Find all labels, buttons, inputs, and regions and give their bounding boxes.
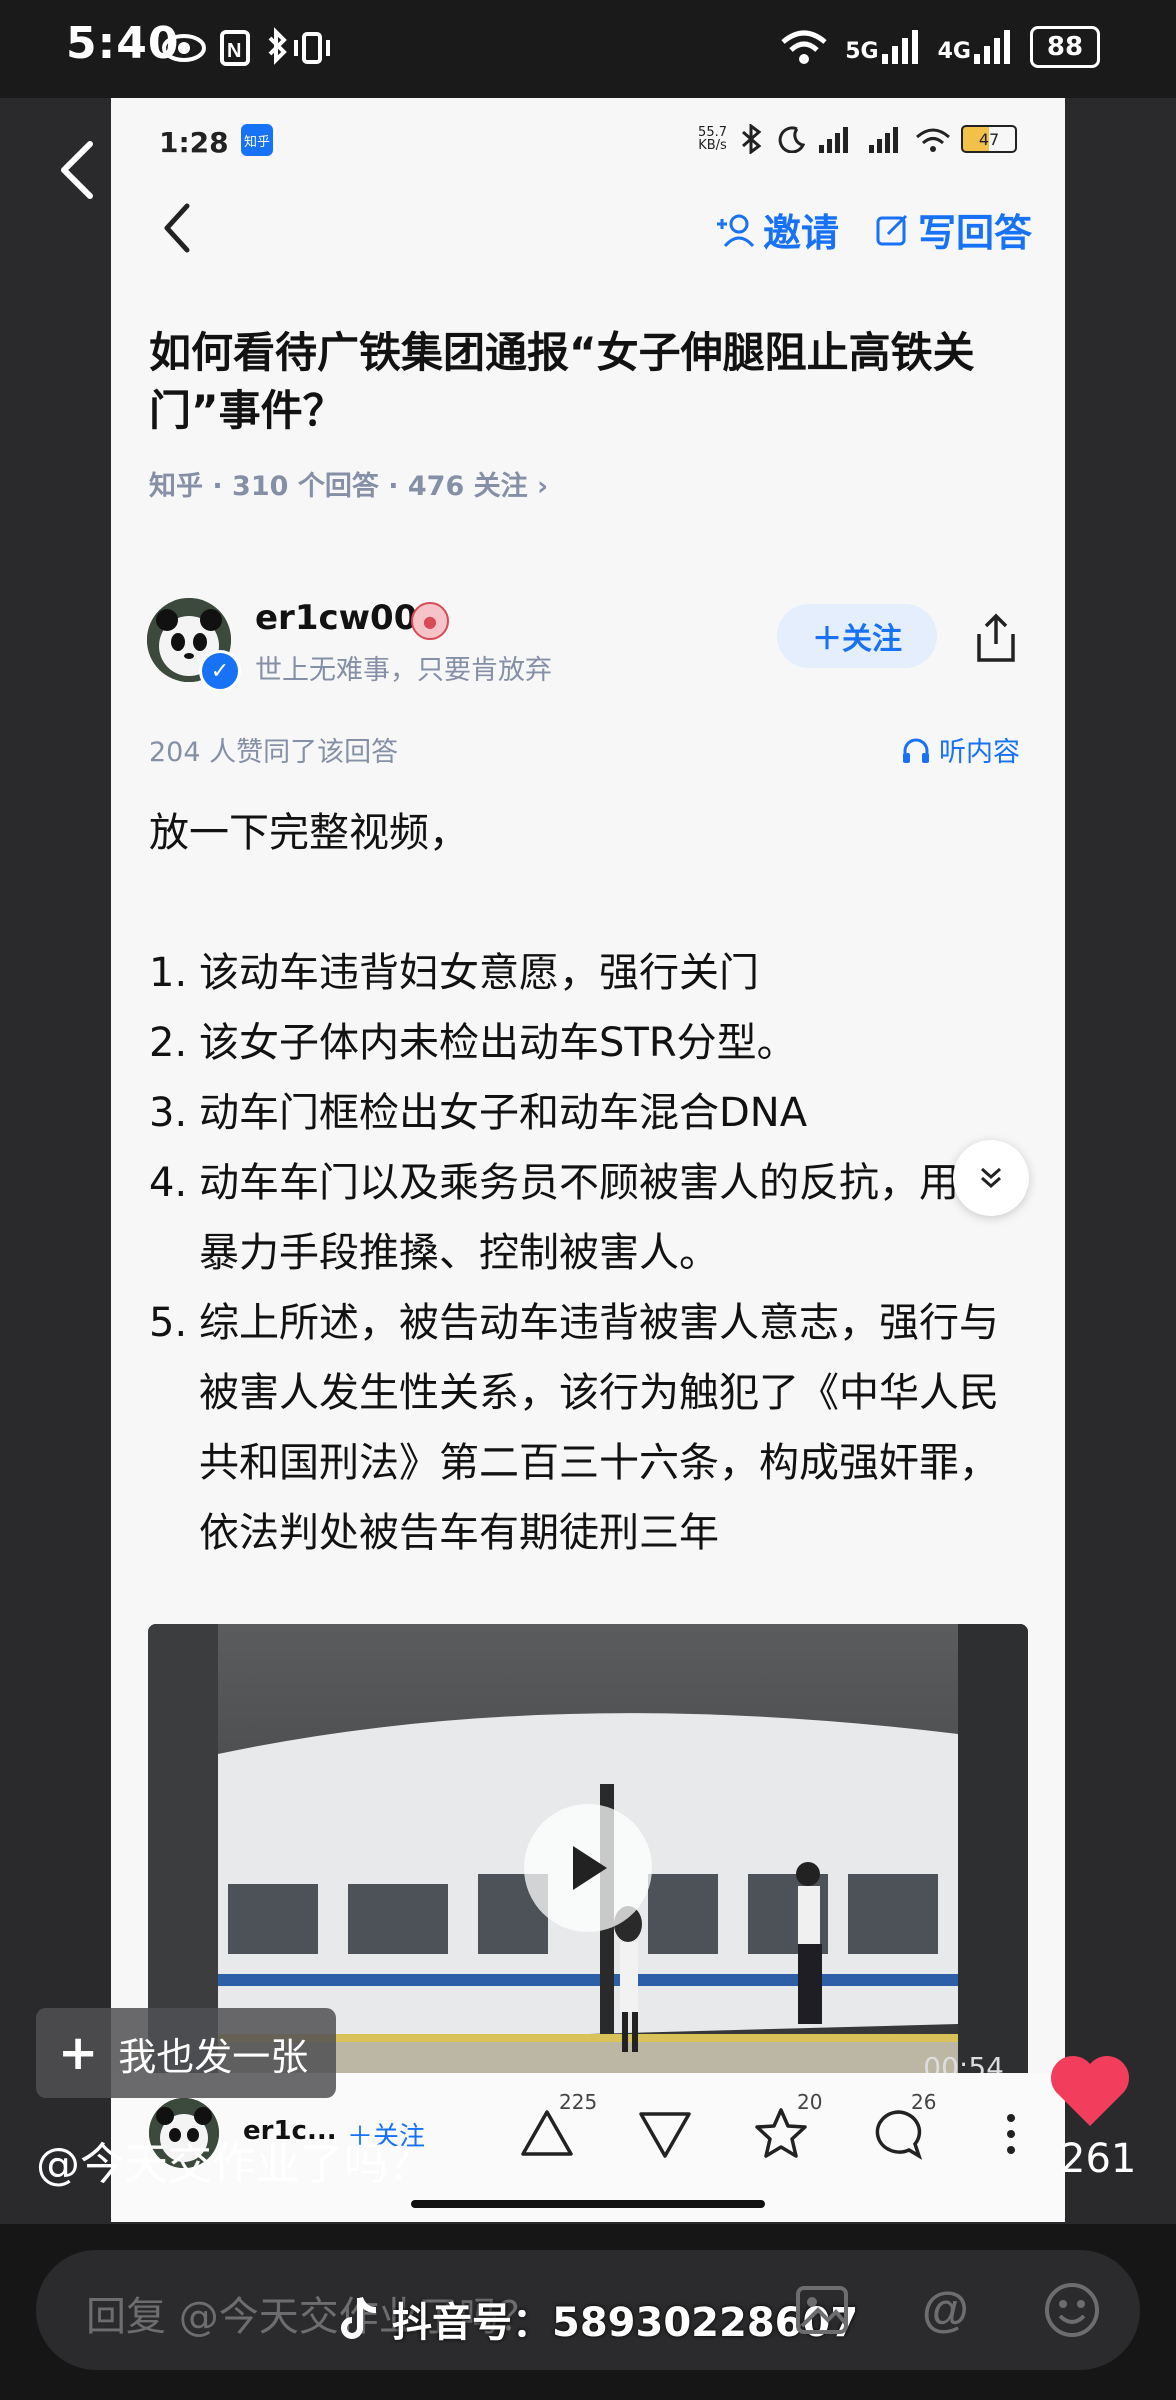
list-item: 3. 动车门框检出女子和动车混合DNA [149, 1090, 808, 1136]
watermark-text: 抖音号：58930228607 [392, 2300, 859, 2346]
poster-account[interactable]: @今天交作业了吗？ [36, 2128, 432, 2192]
inner-status-icons: 55.7 KB/s 47 [698, 124, 1017, 154]
inner-battery-icon: 47 [961, 125, 1017, 153]
invite-label: 邀请 [763, 211, 840, 255]
more-dots-icon[interactable] [981, 2104, 1041, 2164]
inner-status-time: 1:28 [159, 126, 229, 159]
author-name[interactable]: er1cw00 [255, 598, 417, 638]
douyin-logo-icon [341, 2296, 377, 2339]
write-answer-button[interactable]: 写回答 [874, 202, 1032, 257]
verified-icon: ✓ [199, 650, 241, 692]
star-count: 20 [797, 2090, 823, 2114]
wifi-icon [781, 30, 827, 64]
author-bio: 世上无难事，只要肯放弃 [255, 655, 552, 686]
headphones-icon [903, 738, 929, 763]
list-item: 4. 动车车门以及乘务员不顾被害人的反抗，用暴力手段推搡、控制被害人。 [149, 1160, 959, 1276]
zhihu-app-icon: 知乎 [241, 124, 273, 156]
home-indicator [411, 2200, 765, 2208]
like-count: 261 [1060, 2136, 1137, 2182]
write-label: 写回答 [918, 211, 1033, 255]
back-arrow-icon[interactable] [56, 140, 96, 200]
downvote-icon[interactable] [635, 2104, 695, 2164]
plus-icon: + [58, 2025, 99, 2081]
wifi-icon-inner [916, 128, 950, 152]
signal-icon [819, 127, 848, 153]
share-icon[interactable] [973, 612, 1019, 664]
list-item: 5. 综上所述，被告动车违背被害人意志，强行与被害人发生性关系，该行为触犯了《中华… [149, 1300, 999, 1556]
post-also-button[interactable]: + 我也发一张 [36, 2008, 336, 2098]
follow-button[interactable]: ＋关注 [777, 604, 937, 668]
signal-5g-icon: 5G [845, 30, 921, 64]
svg-text:@: @ [922, 2284, 969, 2337]
listen-label: 听内容 [939, 737, 1020, 768]
status-right-icons: 5G 4G 88 [779, 26, 1100, 68]
upvote-count: 225 [559, 2090, 598, 2114]
signal-4g-icon: 4G [938, 30, 1014, 64]
network-speed: 55.7 KB/s [698, 125, 727, 153]
zhihu-back-icon[interactable] [161, 202, 193, 254]
bluetooth-icon [742, 124, 762, 154]
notification-icons: N [162, 27, 330, 66]
heart-like-icon[interactable] [1046, 2050, 1134, 2130]
list-item: 2. 该女子体内未检出动车STR分型。 [149, 1020, 797, 1066]
answer-body: 放一下完整视频， 1. 该动车违背妇女意愿，强行关门 2. 该女子体内未检出动车ST… [149, 798, 1029, 1568]
svg-text:N: N [227, 40, 241, 62]
moon-icon [778, 126, 805, 153]
post-also-label: 我也发一张 [118, 2034, 309, 2079]
at-mention-icon[interactable]: @ [916, 2280, 976, 2340]
question-meta[interactable]: 知乎 · 310 个回答 · 476 关注 › [149, 464, 548, 503]
list-item: 1. 该动车违背妇女意愿，强行关门 [149, 950, 759, 996]
douyin-watermark: 抖音号：58930228607 [336, 2290, 858, 2348]
pencil-edit-icon [876, 214, 908, 245]
agree-count: 204 人赞同了该回答 [149, 737, 399, 768]
image-picker-icon[interactable] [792, 2280, 852, 2340]
expand-chevron-icon[interactable] [953, 1140, 1029, 1216]
author-badge-icon: ● [411, 602, 449, 640]
status-left-icons: N [160, 24, 400, 79]
listen-button[interactable]: 听内容 [901, 730, 1020, 769]
zhihu-screenshot: 1:28 知乎 55.7 KB/s 47 邀请 写回答 如何看待广铁集团通报“女… [111, 98, 1065, 2222]
system-status-bar: 5:40 N 5G 4G 88 [0, 0, 1176, 98]
comment-count: 26 [911, 2090, 937, 2114]
question-title[interactable]: 如何看待广铁集团通报“女子伸腿阻止高铁关门”事件？ [149, 324, 1029, 440]
play-icon[interactable] [524, 1804, 652, 1932]
answer-intro: 放一下完整视频， [149, 810, 469, 856]
invite-person-icon [717, 214, 755, 247]
emoji-icon[interactable] [1042, 2280, 1102, 2340]
battery-icon: 88 [1030, 26, 1100, 68]
signal-icon-2 [869, 127, 898, 153]
invite-button[interactable]: 邀请 [715, 202, 839, 257]
